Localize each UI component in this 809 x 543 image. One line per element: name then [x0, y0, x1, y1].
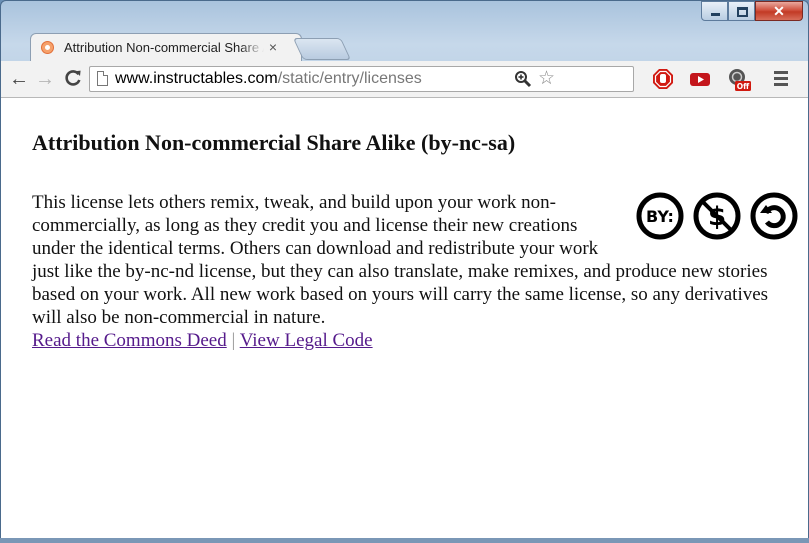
non-commercial-icon: $	[693, 192, 741, 240]
off-extension-icon[interactable]: Off	[727, 68, 751, 91]
back-arrow-icon[interactable]: ←	[7, 68, 31, 90]
tab-title: Attribution Non-commercial Share Alike (…	[64, 40, 264, 55]
menu-bar	[774, 71, 788, 74]
window-bottom-border	[0, 538, 809, 543]
link-separator: |	[231, 330, 236, 351]
tab-active[interactable]: Attribution Non-commercial Share Alike (…	[30, 33, 302, 61]
adblock-icon-glyph	[653, 69, 673, 89]
attribution-icon: BY:	[636, 192, 684, 240]
tab-strip: Attribution Non-commercial Share Alike (…	[0, 0, 809, 61]
minimize-icon	[711, 13, 720, 16]
page-icon	[97, 71, 108, 86]
new-tab-button[interactable]	[292, 38, 352, 60]
off-badge: Off	[737, 82, 750, 91]
youtube-icon-glyph	[690, 73, 710, 86]
menu-bar	[774, 83, 788, 86]
close-window-button[interactable]: ✕	[755, 1, 803, 21]
zoom-icon-glyph	[515, 71, 532, 88]
url-path: /static/entry/licenses	[277, 70, 422, 87]
zoom-icon[interactable]	[514, 70, 532, 88]
window-controls: ✕	[701, 1, 803, 23]
maximize-button[interactable]	[728, 1, 755, 21]
minimize-button[interactable]	[701, 1, 728, 21]
bookmark-star-icon[interactable]: ☆	[538, 68, 555, 90]
address-bar[interactable]: www.instructables.com/static/entry/licen…	[89, 66, 634, 92]
instructables-favicon-icon	[41, 41, 54, 54]
by-label: BY:	[646, 207, 674, 226]
close-icon: ✕	[773, 3, 785, 19]
adblock-icon[interactable]	[652, 68, 674, 90]
cc-license-badges[interactable]: BY: $	[635, 191, 800, 243]
legal-code-link[interactable]: View Legal Code	[240, 330, 373, 351]
url-text[interactable]: www.instructables.com/static/entry/licen…	[115, 70, 505, 88]
maximize-icon	[737, 7, 748, 17]
reload-icon[interactable]	[61, 68, 85, 90]
forward-arrow-icon[interactable]: →	[33, 68, 57, 90]
menu-bar	[774, 77, 788, 80]
off-extension-icon-glyph: Off	[729, 69, 751, 91]
share-alike-icon	[750, 192, 798, 240]
page-title: Attribution Non-commercial Share Alike (…	[32, 130, 516, 155]
browser-toolbar: ← → www.instructables.com/static/entry/l…	[1, 61, 808, 98]
page-content: Attribution Non-commercial Share Alike (…	[1, 98, 808, 538]
commons-deed-link[interactable]: Read the Commons Deed	[32, 330, 227, 351]
license-links: Read the Commons Deed | View Legal Code	[32, 329, 802, 352]
cc-badges-svg: BY: $	[636, 192, 798, 240]
license-description: BY: $ This license lets others remix, tw…	[32, 191, 802, 352]
tab-close-icon[interactable]: ×	[265, 39, 281, 55]
reload-icon-glyph	[65, 70, 81, 86]
chrome-menu-icon[interactable]	[770, 68, 792, 90]
url-host: www.instructables.com	[115, 70, 278, 87]
youtube-icon[interactable]	[689, 68, 711, 90]
